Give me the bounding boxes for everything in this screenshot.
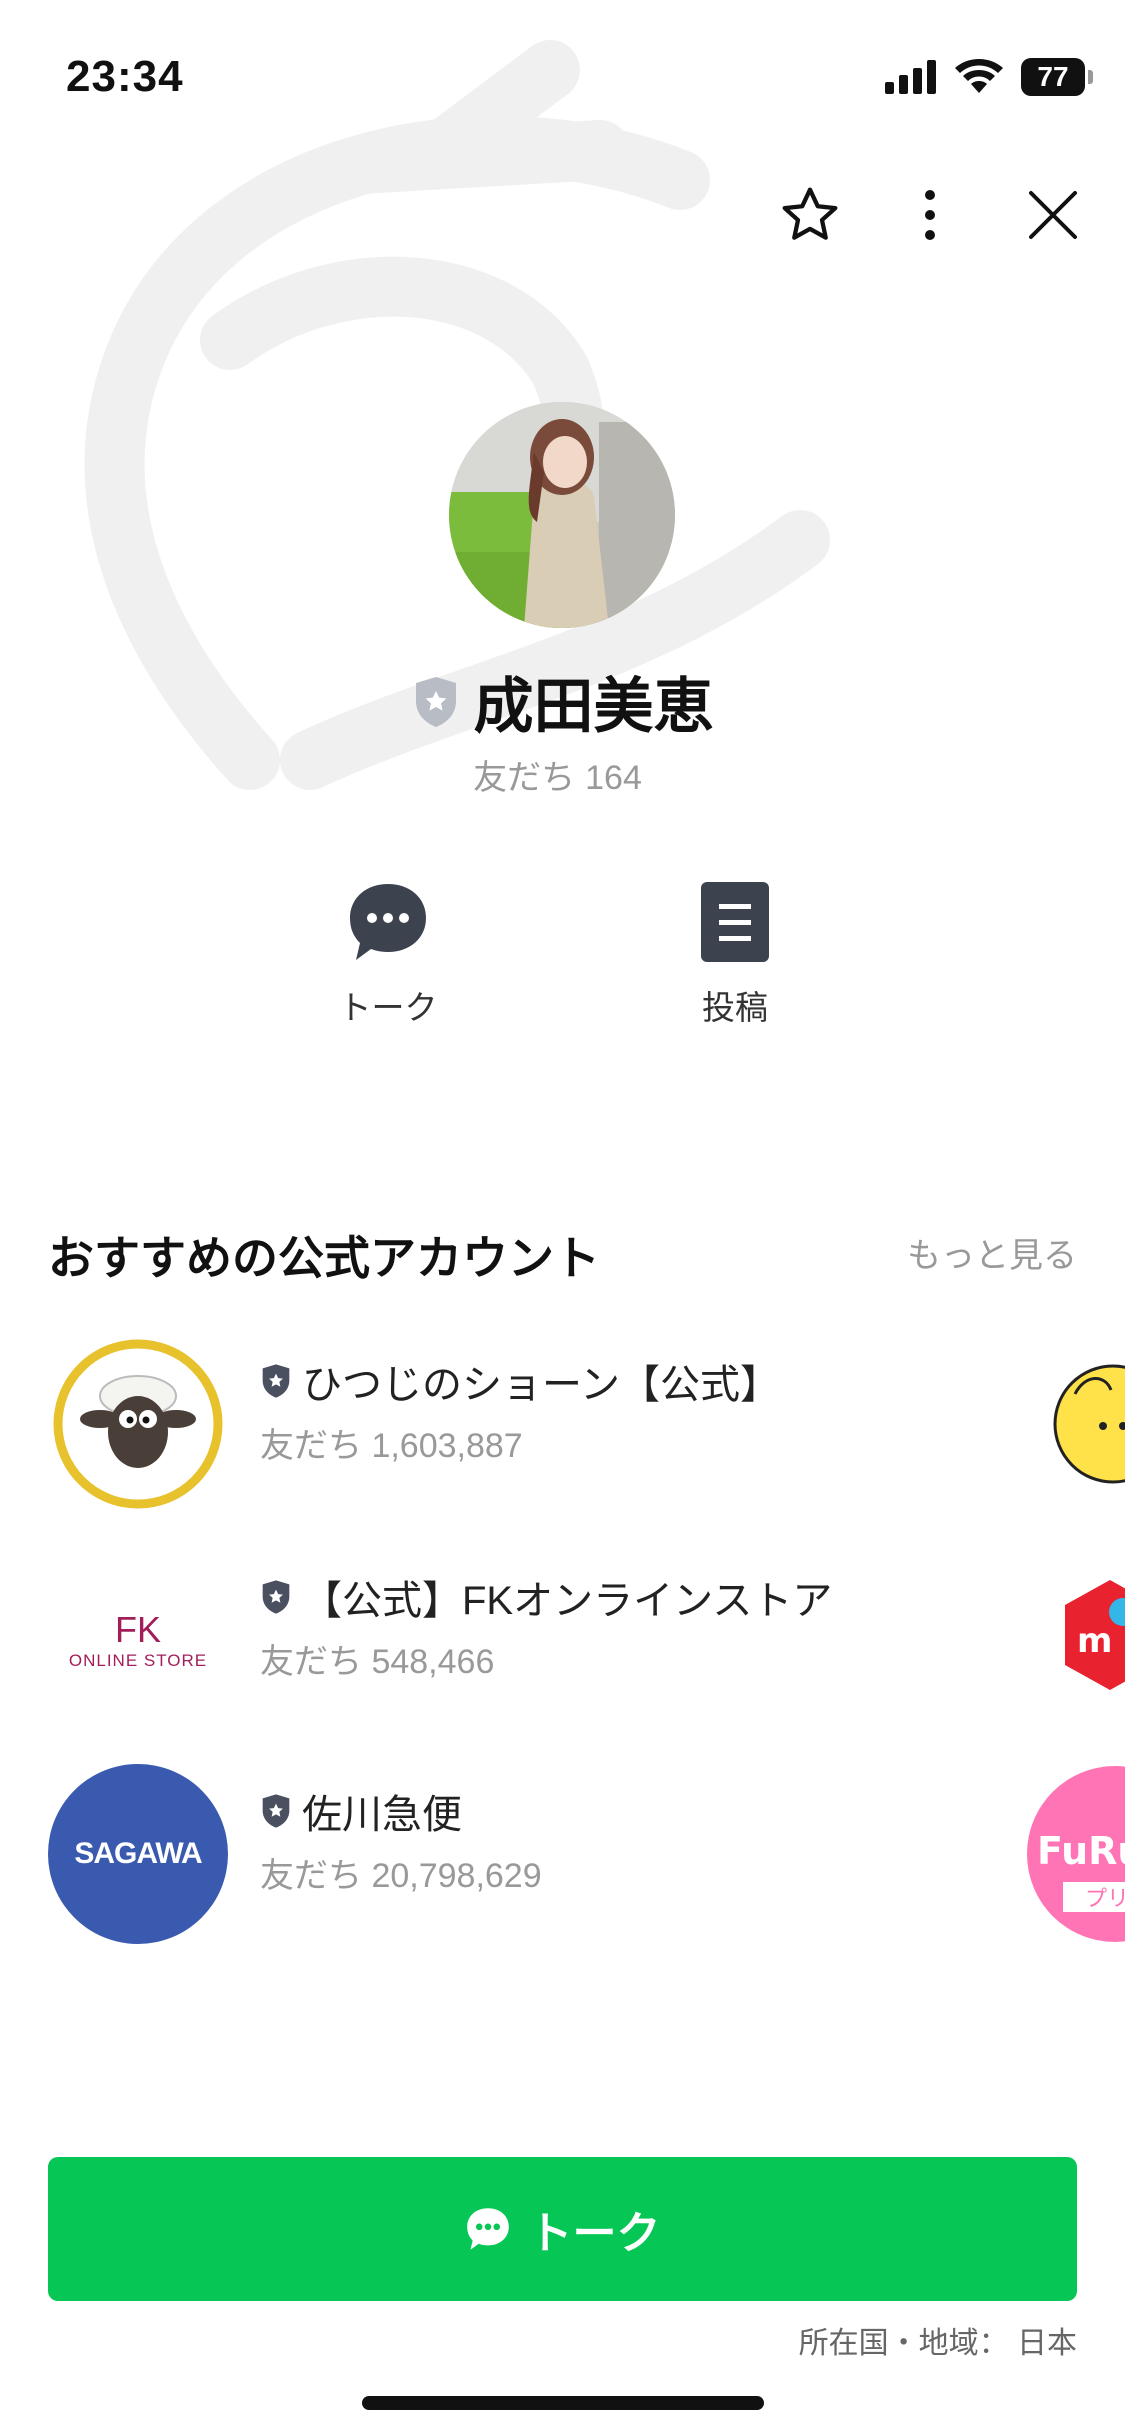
peek-logo-subtext: プリ bbox=[1085, 1887, 1125, 1912]
recommended-item[interactable]: FK ONLINE STORE 【公式】FKオンラインストア 友だち 548,4… bbox=[0, 1550, 1125, 1730]
profile-friends: 友だち 164 bbox=[0, 750, 1125, 799]
fk-logo-text: FK bbox=[114, 1608, 161, 1650]
shield-badge-icon bbox=[262, 1794, 290, 1828]
recommended-item-friends: 友だち 1,603,887 bbox=[260, 1427, 523, 1465]
recommended-item-name: 佐川急便 bbox=[302, 1793, 462, 1837]
star-icon bbox=[782, 187, 838, 240]
close-button[interactable] bbox=[1018, 180, 1088, 250]
more-options-button[interactable] bbox=[895, 180, 965, 250]
avatar-image bbox=[449, 402, 675, 628]
recommended-item-friends: 友だち 20,798,629 bbox=[260, 1857, 542, 1895]
status-time: 23:34 bbox=[66, 52, 184, 101]
chat-bubble-icon bbox=[350, 884, 426, 960]
region-value: 日本 bbox=[1017, 2327, 1077, 2360]
more-vertical-icon bbox=[925, 190, 935, 240]
recommended-item-name: ひつじのショーン【公式】 bbox=[302, 1363, 780, 1407]
profile-name: 成田美恵 bbox=[473, 673, 714, 740]
friends-count: 164 bbox=[585, 759, 642, 797]
posts-action[interactable]: 投稿 bbox=[635, 880, 835, 1029]
carousel-peek-logo[interactable] bbox=[1015, 1334, 1125, 1514]
chat-bubble-icon bbox=[466, 2208, 509, 2250]
battery-indicator: 77 bbox=[1021, 58, 1093, 96]
wifi-icon bbox=[955, 59, 1003, 93]
status-icons: 77 bbox=[885, 58, 1093, 96]
carousel-peek-logo[interactable]: FuRu プリ bbox=[1015, 1764, 1125, 1944]
peek-logo-text: FuRu bbox=[1037, 1829, 1125, 1873]
region-info: 所在国・地域： 日本 bbox=[799, 2318, 1077, 2362]
sagawa-logo: SAGAWA bbox=[48, 1764, 228, 1944]
talk-action-label: トーク bbox=[338, 989, 438, 1026]
shield-badge-icon bbox=[262, 1364, 290, 1398]
fk-logo-sub: ONLINE STORE bbox=[68, 1650, 208, 1670]
recommended-item[interactable]: SAGAWA 佐川急便 友だち 20,798,629 FuRu プリ bbox=[0, 1764, 1125, 1944]
talk-button-label: トーク bbox=[528, 2209, 661, 2258]
talk-button[interactable]: トーク bbox=[48, 2157, 1077, 2301]
shield-badge-icon bbox=[415, 676, 456, 727]
document-icon bbox=[701, 882, 769, 962]
fk-logo: FK ONLINE STORE bbox=[48, 1550, 228, 1730]
region-label: 所在国・地域： bbox=[798, 2327, 1009, 2360]
favorite-button[interactable] bbox=[775, 180, 845, 250]
talk-action[interactable]: トーク bbox=[288, 880, 488, 1029]
signal-icon bbox=[885, 60, 936, 94]
posts-action-label: 投稿 bbox=[702, 989, 768, 1026]
recommended-item[interactable]: ひつじのショーン【公式】 友だち 1,603,887 bbox=[0, 1334, 1125, 1514]
recommended-title: おすすめの公式アカウント bbox=[48, 1232, 600, 1284]
sagawa-logo-text: SAGAWA bbox=[74, 1837, 202, 1870]
carousel-peek-logo[interactable]: m bbox=[1015, 1550, 1125, 1730]
profile-avatar[interactable] bbox=[449, 402, 675, 628]
recommended-item-friends: 友だち 548,466 bbox=[260, 1643, 495, 1681]
profile-name-row: 成田美恵 bbox=[0, 658, 1125, 745]
shaun-logo bbox=[48, 1334, 228, 1514]
shield-badge-icon bbox=[262, 1580, 290, 1614]
recommended-item-name: 【公式】FKオンラインストア bbox=[302, 1579, 833, 1623]
close-icon bbox=[1029, 191, 1077, 239]
see-more-link[interactable]: もっと見る bbox=[907, 1228, 1077, 1277]
friends-label: 友だち bbox=[473, 759, 576, 797]
home-indicator[interactable] bbox=[362, 2396, 764, 2410]
svg-text:m: m bbox=[1077, 1621, 1112, 1661]
